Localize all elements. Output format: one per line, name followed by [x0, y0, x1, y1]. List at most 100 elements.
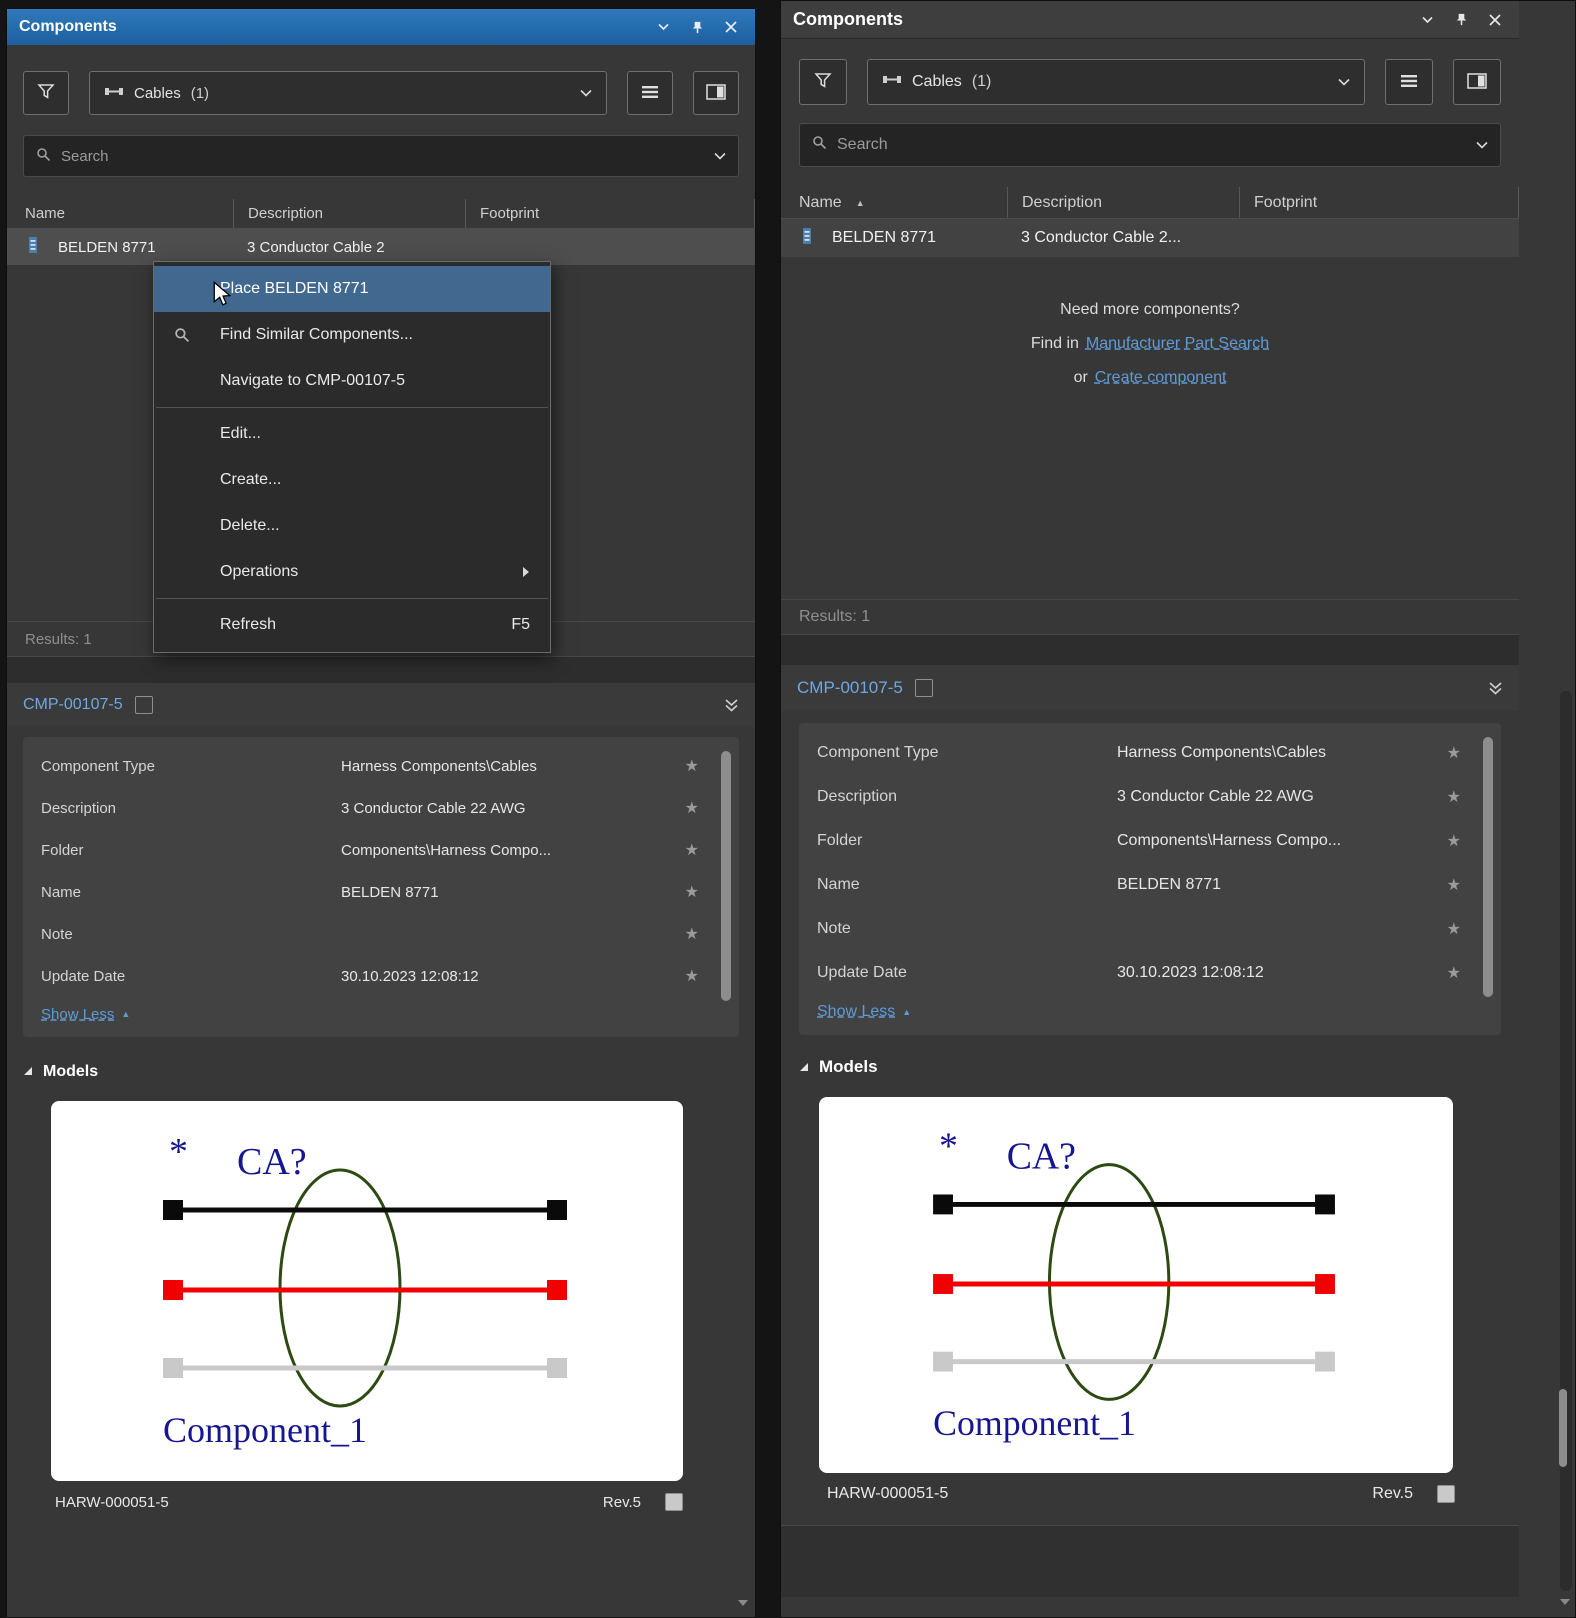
models-section-header[interactable]: Models	[799, 1057, 1519, 1077]
row-name: BELDEN 8771	[58, 239, 156, 256]
star-icon[interactable]: ★	[673, 756, 699, 776]
star-icon[interactable]: ★	[673, 966, 699, 986]
search-dropdown-chevron-icon[interactable]	[714, 152, 726, 160]
split-layout-icon	[706, 84, 726, 103]
component-id-link[interactable]: CMP-00107-5	[23, 696, 123, 714]
menu-item-delete[interactable]: Delete...	[154, 503, 550, 549]
section-expand-icon	[799, 1057, 809, 1077]
revision-checkbox[interactable]	[1437, 1485, 1455, 1503]
star-icon[interactable]: ★	[1435, 875, 1461, 895]
panel-menu-chevron-icon[interactable]	[1415, 9, 1439, 31]
component-row[interactable]: BELDEN 8771 3 Conductor Cable 2...	[781, 219, 1519, 257]
star-icon[interactable]: ★	[673, 798, 699, 818]
model-revision: Rev.5	[1372, 1485, 1413, 1503]
star-icon[interactable]: ★	[1435, 919, 1461, 939]
search-input[interactable]	[61, 148, 704, 165]
show-less-link[interactable]: Show Less▲	[817, 995, 1461, 1029]
list-view-button[interactable]	[1385, 59, 1433, 105]
filter-button[interactable]	[799, 59, 847, 105]
model-preview[interactable]: * CA? Component_1	[51, 1101, 683, 1481]
column-header-footprint[interactable]: Footprint	[1239, 187, 1519, 218]
panel-title: Components	[19, 18, 117, 36]
pin-icon[interactable]	[685, 16, 709, 38]
property-label: Description	[41, 800, 341, 817]
property-label: Component Type	[817, 744, 1117, 762]
star-icon[interactable]: ★	[1435, 787, 1461, 807]
model-footer: HARW-000051-5 Rev.5	[55, 1493, 683, 1511]
scroll-down-arrow-icon[interactable]	[737, 1594, 749, 1611]
star-icon[interactable]: ★	[673, 840, 699, 860]
property-label: Folder	[817, 832, 1117, 850]
filter-button[interactable]	[23, 71, 69, 115]
split-layout-icon	[1467, 73, 1487, 92]
menu-item-find-similar[interactable]: Find Similar Components...	[154, 312, 550, 358]
component-checkbox[interactable]	[915, 679, 933, 697]
star-icon[interactable]: ★	[673, 882, 699, 902]
column-header-name[interactable]: Name	[7, 199, 233, 228]
search-icon	[812, 135, 827, 155]
column-header-description[interactable]: Description	[233, 199, 465, 228]
panel-scrollbar-track[interactable]	[1560, 691, 1572, 1591]
component-row[interactable]: BELDEN 8771 3 Conductor Cable 2	[7, 229, 755, 265]
pin-icon[interactable]	[1449, 9, 1473, 31]
search-dropdown-chevron-icon[interactable]	[1476, 141, 1488, 149]
star-icon[interactable]: ★	[673, 924, 699, 944]
collapse-double-chevron-icon[interactable]	[1488, 681, 1503, 696]
star-icon[interactable]: ★	[1435, 743, 1461, 763]
menu-item-navigate[interactable]: Navigate to CMP-00107-5	[154, 358, 550, 404]
panel-title: Components	[793, 9, 903, 30]
component-icon	[25, 236, 40, 258]
star-icon[interactable]: ★	[1435, 963, 1461, 983]
collapse-double-chevron-icon[interactable]	[724, 698, 739, 713]
manufacturer-part-search-link[interactable]: Manufacturer Part Search	[1086, 327, 1269, 361]
menu-item-edit[interactable]: Edit...	[154, 411, 550, 457]
search-icon	[174, 327, 190, 343]
create-component-link[interactable]: Create component	[1095, 361, 1227, 395]
show-less-link[interactable]: Show Less▲	[41, 997, 699, 1031]
close-icon[interactable]	[719, 16, 743, 38]
scroll-down-arrow-icon[interactable]	[1559, 1593, 1571, 1611]
panel-scrollbar-thumb[interactable]	[1559, 1389, 1567, 1467]
property-row: Component TypeHarness Components\Cables★	[817, 731, 1461, 775]
table-header: Name Description Footprint	[7, 199, 755, 229]
row-name: BELDEN 8771	[832, 229, 936, 247]
search-box[interactable]	[799, 123, 1501, 167]
star-icon[interactable]: ★	[1435, 831, 1461, 851]
column-header-name[interactable]: Name▲	[781, 187, 1007, 218]
row-footprint	[465, 229, 755, 265]
component-id-link[interactable]: CMP-00107-5	[797, 678, 903, 698]
category-dropdown[interactable]: Cables (1)	[867, 59, 1365, 105]
table-header: Name▲ Description Footprint	[781, 187, 1519, 219]
component-checkbox[interactable]	[135, 696, 153, 714]
search-input[interactable]	[837, 136, 1466, 154]
properties-scrollbar[interactable]	[721, 751, 731, 1001]
panel-menu-chevron-icon[interactable]	[651, 16, 675, 38]
list-view-button[interactable]	[627, 71, 673, 115]
category-dropdown[interactable]: Cables (1)	[89, 71, 607, 115]
cable-icon	[104, 84, 124, 103]
menu-separator	[156, 407, 548, 408]
panel-layout-button[interactable]	[1453, 59, 1501, 105]
property-row: Description3 Conductor Cable 22 AWG★	[41, 787, 699, 829]
property-row: Update Date30.10.2023 12:08:12★	[41, 955, 699, 997]
column-header-footprint[interactable]: Footprint	[465, 199, 755, 228]
property-value: 30.10.2023 12:08:12	[341, 968, 673, 985]
menu-item-operations[interactable]: Operations	[154, 549, 550, 595]
panel-layout-button[interactable]	[693, 71, 739, 115]
model-part-number: HARW-000051-5	[55, 1494, 169, 1511]
menu-item-refresh[interactable]: RefreshF5	[154, 602, 550, 648]
models-section-header[interactable]: Models	[23, 1063, 755, 1081]
revision-checkbox[interactable]	[665, 1493, 683, 1511]
filter-icon	[814, 72, 832, 92]
property-row: FolderComponents\Harness Compo...★	[817, 819, 1461, 863]
model-preview[interactable]: * CA? Component_1	[819, 1097, 1453, 1473]
properties-scrollbar[interactable]	[1483, 737, 1493, 997]
search-box[interactable]	[23, 135, 739, 177]
column-header-description[interactable]: Description	[1007, 187, 1239, 218]
close-icon[interactable]	[1483, 9, 1507, 31]
cable-icon	[882, 72, 902, 92]
properties-panel: Component TypeHarness Components\Cables★…	[23, 737, 739, 1037]
menu-item-create[interactable]: Create...	[154, 457, 550, 503]
schematic-designator: CA?	[1007, 1136, 1076, 1178]
next-section-cutoff	[781, 1525, 1519, 1597]
